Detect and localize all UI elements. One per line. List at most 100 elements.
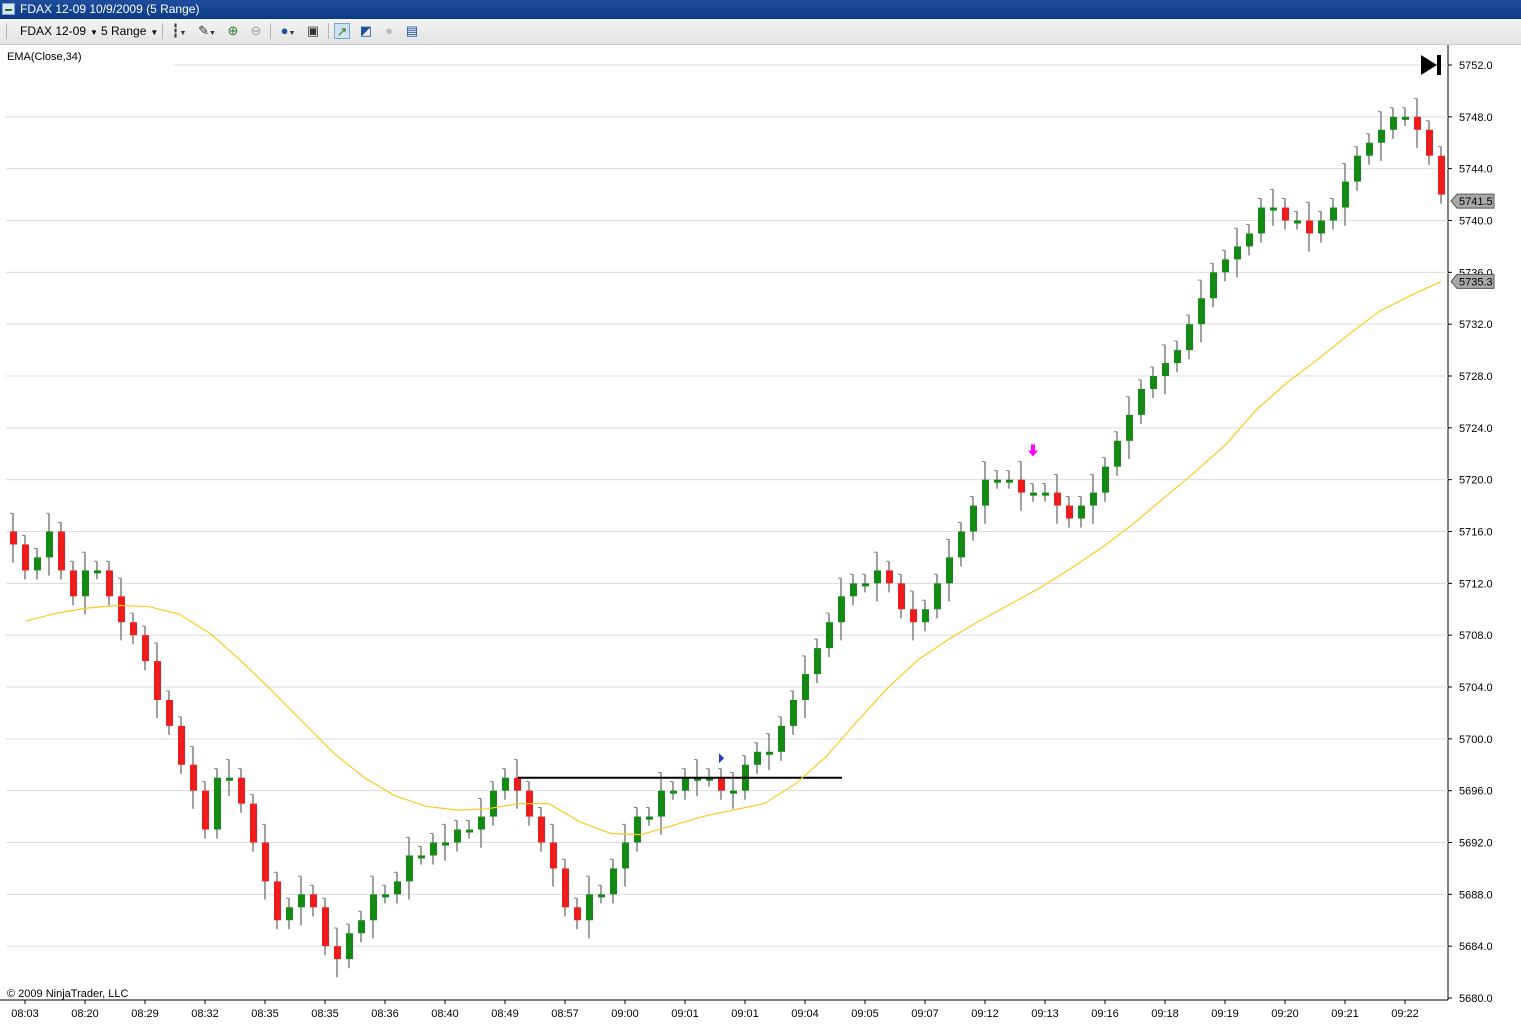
candle-up bbox=[358, 920, 365, 934]
candle-up bbox=[682, 777, 689, 791]
period-selector[interactable]: 5 Range ▼ bbox=[101, 22, 158, 40]
candle-up bbox=[970, 505, 977, 532]
candle-up bbox=[826, 622, 833, 649]
ema-line bbox=[25, 280, 1442, 836]
bar-style-icon[interactable]: ┇▼ bbox=[168, 23, 190, 39]
y-tick-label: 5696.0 bbox=[1459, 786, 1493, 798]
candle-up bbox=[766, 751, 773, 755]
scroll-to-end-icon[interactable] bbox=[1421, 55, 1437, 75]
properties-icon[interactable]: ▣ bbox=[305, 23, 321, 39]
candle-up bbox=[46, 531, 53, 558]
candle-up bbox=[874, 570, 881, 584]
globe-icon[interactable]: ●▼ bbox=[276, 23, 300, 39]
candle-up bbox=[1318, 220, 1325, 234]
indicators-icon[interactable]: ◩ bbox=[358, 23, 374, 39]
x-tick-label: 09:01 bbox=[731, 1008, 759, 1020]
candle-down bbox=[322, 907, 329, 947]
y-tick-label: 5716.0 bbox=[1459, 527, 1493, 539]
candle-up bbox=[406, 855, 413, 882]
toolbar-separator bbox=[162, 23, 163, 39]
candle-up bbox=[430, 842, 437, 856]
x-tick-label: 08:29 bbox=[131, 1008, 159, 1020]
candle-up bbox=[1342, 181, 1349, 208]
candle-down bbox=[310, 894, 317, 908]
candle-up bbox=[1090, 492, 1097, 506]
candle-up bbox=[1126, 414, 1133, 441]
window-title-bar: FDAX 12-09 10/9/2009 (5 Range) bbox=[0, 0, 1521, 19]
candle-down bbox=[898, 583, 905, 610]
candle-up bbox=[1246, 233, 1253, 247]
x-tick-label: 09:19 bbox=[1211, 1008, 1239, 1020]
drawing-tool-icon[interactable]: ✎▼ bbox=[196, 23, 218, 39]
x-tick-label: 09:04 bbox=[791, 1008, 819, 1020]
orders-icon[interactable]: ● bbox=[381, 23, 397, 39]
x-tick-label: 09:00 bbox=[611, 1008, 639, 1020]
candle-up bbox=[586, 894, 593, 921]
x-tick-label: 09:20 bbox=[1271, 1008, 1299, 1020]
candle-up bbox=[1042, 492, 1049, 496]
candle-down bbox=[562, 868, 569, 908]
candle-up bbox=[1030, 492, 1037, 496]
candle-up bbox=[778, 725, 785, 752]
candle-up bbox=[370, 894, 377, 921]
x-tick-label: 08:35 bbox=[311, 1008, 339, 1020]
candle-down bbox=[10, 531, 17, 545]
app-icon bbox=[2, 3, 15, 15]
candle-down bbox=[154, 661, 161, 700]
candle-down bbox=[334, 946, 341, 960]
y-tick-label: 5688.0 bbox=[1459, 889, 1493, 901]
candle-up bbox=[1402, 116, 1409, 120]
instrument-label: FDAX 12-09 bbox=[20, 24, 87, 38]
instrument-selector[interactable]: FDAX 12-09 ▼ bbox=[20, 22, 98, 40]
candle-up bbox=[1210, 272, 1217, 299]
candle-up bbox=[598, 894, 605, 898]
candle-up bbox=[934, 583, 941, 610]
candle-down bbox=[118, 596, 125, 623]
toolbar-separator bbox=[270, 23, 271, 39]
candle-up bbox=[1186, 324, 1193, 351]
candle-down bbox=[166, 699, 173, 726]
candle-up bbox=[1258, 207, 1265, 234]
x-tick-label: 08:35 bbox=[251, 1008, 279, 1020]
y-tick-label: 5752.0 bbox=[1459, 60, 1493, 72]
data-box-icon[interactable]: ▤ bbox=[404, 23, 420, 39]
candle-up bbox=[1198, 298, 1205, 325]
candle-up bbox=[82, 570, 89, 597]
candle-up bbox=[946, 557, 953, 584]
candle-down bbox=[1414, 116, 1421, 130]
candle-down bbox=[538, 816, 545, 843]
candle-up bbox=[418, 855, 425, 859]
candle-up bbox=[1102, 466, 1109, 493]
candle-up bbox=[1006, 479, 1013, 483]
zoom-in-icon[interactable]: ⊕ bbox=[225, 23, 241, 39]
y-tick-label: 5700.0 bbox=[1459, 734, 1493, 746]
y-tick-label: 5724.0 bbox=[1459, 423, 1493, 435]
candle-down bbox=[178, 725, 185, 765]
price-chart[interactable]: 5752.05748.05744.05740.05736.05732.05728… bbox=[0, 45, 1521, 1025]
zoom-out-icon[interactable]: ⊖ bbox=[248, 23, 264, 39]
window-title: FDAX 12-09 10/9/2009 (5 Range) bbox=[20, 2, 200, 16]
candle-up bbox=[94, 570, 101, 574]
candle-down bbox=[262, 842, 269, 882]
candle-up bbox=[226, 777, 233, 781]
x-tick-label: 09:13 bbox=[1031, 1008, 1059, 1020]
candle-up bbox=[1354, 155, 1361, 182]
x-tick-label: 09:07 bbox=[911, 1008, 939, 1020]
candle-up bbox=[814, 648, 821, 675]
scroll-to-end-icon[interactable] bbox=[1437, 55, 1441, 75]
candle-up bbox=[994, 479, 1001, 483]
toolbar-grip bbox=[6, 23, 7, 39]
candle-up bbox=[1390, 116, 1397, 130]
candle-down bbox=[886, 570, 893, 584]
candle-down bbox=[130, 622, 137, 636]
candle-up bbox=[802, 674, 809, 700]
candle-up bbox=[670, 790, 677, 794]
candle-up bbox=[442, 842, 449, 846]
x-tick-label: 09:16 bbox=[1091, 1008, 1119, 1020]
candle-up bbox=[838, 596, 845, 623]
strategy-icon[interactable]: ↗ bbox=[334, 23, 350, 39]
x-tick-label: 08:03 bbox=[11, 1008, 39, 1020]
chart-toolbar: FDAX 12-09 ▼ 5 Range ▼ ┇▼ ✎▼ ⊕ ⊖ ●▼ ▣ ↗ ◩ … bbox=[0, 19, 1521, 45]
candle-up bbox=[502, 777, 509, 791]
candle-up bbox=[634, 816, 641, 843]
